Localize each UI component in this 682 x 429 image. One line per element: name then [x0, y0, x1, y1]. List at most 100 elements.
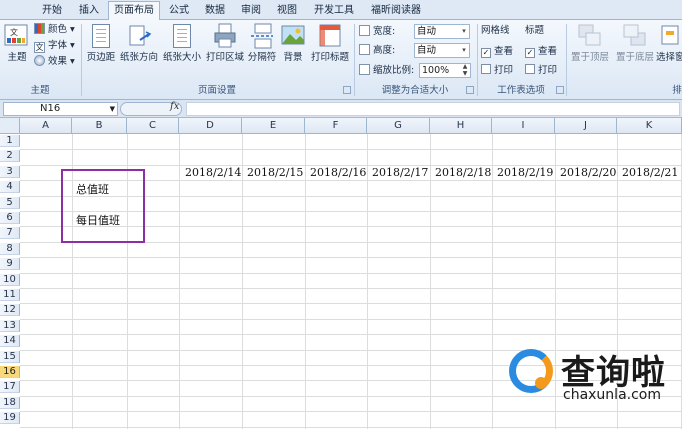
- sheet-options-dialog-launcher[interactable]: [556, 86, 564, 94]
- breaks-button[interactable]: 分隔符: [246, 22, 278, 64]
- tab-view[interactable]: 视图: [270, 2, 304, 20]
- column-header-a[interactable]: A: [20, 118, 72, 134]
- row-header-16[interactable]: 16: [0, 366, 20, 378]
- height-label: 高度:: [373, 45, 396, 56]
- insert-function-icon[interactable]: fx: [170, 101, 179, 112]
- watermark-logo-icon: [509, 349, 553, 393]
- row-header-5[interactable]: 5: [0, 197, 20, 209]
- row-header-6[interactable]: 6: [0, 212, 20, 224]
- page-setup-dialog-launcher[interactable]: [343, 86, 351, 94]
- scale-dialog-launcher[interactable]: [466, 86, 474, 94]
- row-header-19[interactable]: 19: [0, 412, 20, 424]
- row-header-17[interactable]: 17: [0, 381, 20, 393]
- orientation-icon: [125, 22, 153, 50]
- headings-view-checkbox[interactable]: ✓ 查看: [525, 45, 557, 59]
- gridline: [367, 134, 368, 429]
- column-header-h[interactable]: H: [430, 118, 492, 134]
- bring-to-front-button[interactable]: 置于顶层: [568, 22, 612, 64]
- print-area-label: 打印区域: [205, 52, 244, 63]
- row-header-15[interactable]: 15: [0, 351, 20, 363]
- scale-label-row: 缩放比例:: [359, 64, 414, 78]
- row-header-4[interactable]: 4: [0, 181, 20, 193]
- tab-home[interactable]: 开始: [34, 2, 70, 20]
- cell-j3[interactable]: 2018/2/20: [560, 166, 616, 179]
- tab-formulas[interactable]: 公式: [162, 2, 196, 20]
- formula-input[interactable]: [186, 102, 680, 116]
- gridline: [242, 134, 243, 429]
- chevron-down-icon: ▾: [462, 27, 466, 35]
- tab-page-layout[interactable]: 页面布局: [108, 1, 160, 21]
- print-titles-button[interactable]: 打印标题: [308, 22, 352, 64]
- tab-insert[interactable]: 插入: [72, 2, 106, 20]
- ribbon: 文 主题 颜色 ▾ 文字体 ▾ 效果 ▾ 主题 页边距 纸张方向 纸张大小 打印…: [0, 20, 682, 100]
- gridline: [492, 134, 493, 429]
- tab-data[interactable]: 数据: [198, 2, 232, 20]
- row-header-12[interactable]: 12: [0, 304, 20, 316]
- scale-stepper[interactable]: 100% ▲ ▼: [419, 63, 471, 78]
- cell-k3[interactable]: 2018/2/21: [622, 166, 678, 179]
- column-header-c[interactable]: C: [127, 118, 179, 134]
- column-header-k[interactable]: K: [617, 118, 682, 134]
- cell-e3[interactable]: 2018/2/15: [247, 166, 303, 179]
- cell-i3[interactable]: 2018/2/19: [497, 166, 553, 179]
- headings-print-checkbox[interactable]: 打印: [525, 64, 557, 78]
- row-header-10[interactable]: 10: [0, 274, 20, 286]
- cell-f3[interactable]: 2018/2/16: [310, 166, 366, 179]
- selection-pane-button[interactable]: 选择窗: [656, 22, 682, 64]
- name-box[interactable]: N16 ▼: [3, 102, 118, 116]
- theme-effects-button[interactable]: 效果 ▾: [34, 55, 75, 69]
- cell-g3[interactable]: 2018/2/17: [372, 166, 428, 179]
- theme-colors-button[interactable]: 颜色 ▾: [34, 23, 75, 37]
- arrange-group-label: 排: [672, 85, 682, 96]
- height-select[interactable]: 自动 ▾: [414, 43, 470, 58]
- theme-fonts-label: 字体: [48, 40, 68, 51]
- width-select[interactable]: 自动 ▾: [414, 24, 470, 39]
- row-header-18[interactable]: 18: [0, 397, 20, 409]
- tab-review[interactable]: 审阅: [234, 2, 268, 20]
- column-header-d[interactable]: D: [179, 118, 242, 134]
- chevron-down-icon: ▼: [109, 105, 115, 113]
- tab-foxit-reader[interactable]: 福昕阅读器: [364, 2, 428, 20]
- row-header-13[interactable]: 13: [0, 320, 20, 332]
- row-header-7[interactable]: 7: [0, 227, 20, 239]
- column-header-i[interactable]: I: [492, 118, 555, 134]
- cell-d3[interactable]: 2018/2/14: [185, 166, 241, 179]
- print-titles-icon: [316, 22, 344, 50]
- column-header-b[interactable]: B: [72, 118, 127, 134]
- theme-button[interactable]: 文 主题: [2, 22, 32, 64]
- column-header-g[interactable]: G: [367, 118, 430, 134]
- send-to-back-button[interactable]: 置于底层: [613, 22, 657, 64]
- row-header-14[interactable]: 14: [0, 335, 20, 347]
- size-button[interactable]: 纸张大小: [160, 22, 204, 64]
- background-label: 背景: [283, 52, 303, 63]
- gridline: [20, 319, 682, 320]
- column-header-f[interactable]: F: [305, 118, 367, 134]
- gridline: [20, 257, 682, 258]
- row-header-1[interactable]: 1: [0, 135, 20, 147]
- page-setup-group-label: 页面设置: [197, 85, 236, 96]
- print-area-button[interactable]: 打印区域: [204, 22, 246, 64]
- column-header-j[interactable]: J: [555, 118, 617, 134]
- watermark-dot: [535, 377, 547, 389]
- margins-button[interactable]: 页边距: [84, 22, 118, 64]
- column-header-e[interactable]: E: [242, 118, 305, 134]
- cell-h3[interactable]: 2018/2/18: [435, 166, 491, 179]
- gridlines-print-checkbox[interactable]: 打印: [481, 64, 513, 78]
- row-header-3[interactable]: 3: [0, 166, 20, 178]
- gridlines-view-checkbox[interactable]: ✓ 查看: [481, 45, 513, 59]
- theme-group-label: 主题: [30, 85, 50, 96]
- row-header-11[interactable]: 11: [0, 289, 20, 301]
- background-button[interactable]: 背景: [278, 22, 308, 64]
- row-header-2[interactable]: 2: [0, 150, 20, 162]
- select-all-corner[interactable]: [0, 118, 20, 134]
- highlight-rectangle: [61, 169, 145, 243]
- sheet-options-group-label: 工作表选项: [497, 85, 545, 96]
- width-label: 宽度:: [373, 26, 396, 37]
- tab-developer[interactable]: 开发工具: [306, 2, 362, 20]
- watermark-url: chaxunla.com: [563, 387, 661, 403]
- row-header-8[interactable]: 8: [0, 243, 20, 255]
- theme-fonts-button[interactable]: 文字体 ▾: [34, 39, 75, 53]
- row-header-9[interactable]: 9: [0, 258, 20, 270]
- orientation-button[interactable]: 纸张方向: [118, 22, 160, 64]
- height-label-row: 高度:: [359, 44, 395, 58]
